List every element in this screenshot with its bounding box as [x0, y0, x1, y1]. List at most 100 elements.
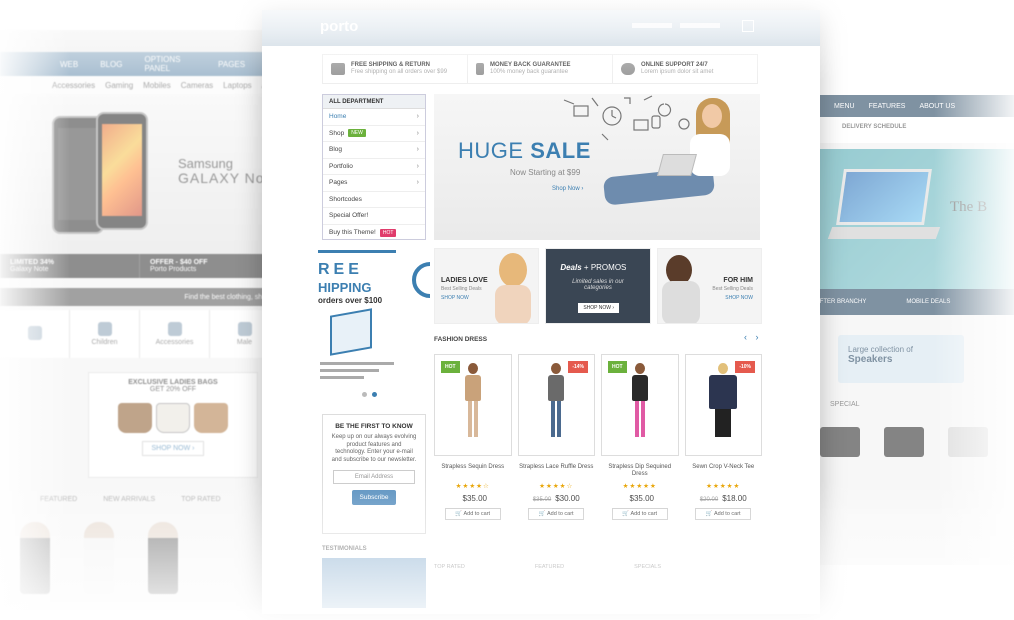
left-category[interactable]: Accessories	[52, 81, 95, 90]
add-to-cart-button[interactable]: 🛒 Add to cart	[611, 508, 668, 520]
discount-tag: -10%	[735, 361, 755, 373]
site-logo[interactable]: porto	[320, 18, 358, 35]
product-card[interactable]: -14% Strapless Lace Ruffle Dress ★★★★☆ $…	[517, 354, 596, 530]
promo-link[interactable]: SHOP NOW	[441, 295, 469, 301]
product-image[interactable]	[948, 427, 988, 457]
product-image[interactable]	[820, 427, 860, 457]
free-shipping-rule	[318, 250, 396, 253]
menu-item-blog[interactable]: Blog ›	[323, 142, 425, 159]
slider-dot-active[interactable]	[372, 392, 377, 397]
carousel-arrows[interactable]: ‹ ›	[744, 332, 762, 342]
cart-icon[interactable]	[742, 20, 754, 32]
product-name[interactable]: Sewn Crop V-Neck Tee	[685, 464, 763, 480]
product-image[interactable]: HOT	[434, 354, 512, 456]
product-name[interactable]: Strapless Dip Sequined Dress	[601, 464, 679, 480]
offer-sub: Galaxy Note	[10, 266, 49, 273]
promo-ladies[interactable]: LADIES LOVE Best Selling Deals SHOP NOW	[434, 248, 540, 324]
bottom-section: TESTIMONIALS TOP RATED FEATURED SPECIALS	[322, 546, 762, 614]
dress-model-image	[464, 363, 482, 437]
promo-shop-button[interactable]: SHOP NOW ›	[578, 303, 620, 313]
left-icon-cell[interactable]	[0, 310, 70, 358]
menu-item-portfolio[interactable]: Portfolio ›	[323, 159, 425, 175]
hero-banner[interactable]: HUGE SALE Now Starting at $99 Shop Now ›	[434, 94, 760, 240]
menu-item-shortcodes[interactable]: Shortcodes	[323, 192, 425, 208]
section-title: FASHION DRESS	[434, 336, 488, 343]
promo-sub: Limited sales in our categories	[572, 279, 624, 291]
left-tab[interactable]: FEATURED	[40, 496, 77, 503]
email-field[interactable]: Email Address	[333, 470, 415, 484]
right-nav-item[interactable]: FEATURES	[869, 103, 906, 110]
product-image[interactable]	[884, 427, 924, 457]
service-item: ONLINE SUPPORT 24/7 Lorem ipsum dolor sit…	[613, 55, 757, 83]
hero-title-light: HUGE	[458, 138, 524, 163]
product-image[interactable]	[84, 522, 114, 594]
rating-stars: ★★★★★	[706, 483, 741, 490]
strip-item[interactable]: MOBILE DEALS	[906, 299, 950, 305]
menu-header: ALL DEPARTMENT	[323, 95, 425, 109]
subscribe-button[interactable]: Subscribe	[351, 490, 397, 505]
product-card[interactable]: -10% Sewn Crop V-Neck Tee ★★★★★ $20.00 $1…	[684, 354, 763, 530]
bag-image	[156, 403, 190, 433]
product-image[interactable]	[20, 522, 50, 594]
left-category[interactable]: Laptops	[223, 81, 251, 90]
promo-row: LADIES LOVE Best Selling Deals SHOP NOW …	[434, 248, 762, 324]
left-category[interactable]: Mobiles	[143, 81, 171, 90]
product-name[interactable]: Strapless Sequin Dress	[434, 464, 512, 480]
add-to-cart-button[interactable]: 🛒 Add to cart	[528, 508, 585, 520]
product-card[interactable]: HOT Strapless Dip Sequined Dress ★★★★★ $…	[601, 354, 679, 530]
left-tab[interactable]: NEW ARRIVALS	[103, 496, 155, 503]
promo-sub: Best Selling Deals	[441, 286, 482, 292]
product-image[interactable]: HOT	[601, 354, 679, 456]
left-offer[interactable]: LIMITED 34% Galaxy Note	[0, 254, 140, 278]
product-price: $35.00	[434, 494, 512, 503]
menu-item-shop[interactable]: Shop NEW ›	[323, 126, 425, 142]
left-category[interactable]: Gaming	[105, 81, 133, 90]
add-to-cart-button[interactable]: 🛒 Add to cart	[444, 508, 501, 520]
product-image[interactable]: -14%	[517, 354, 595, 456]
promo-him[interactable]: FOR HIM Best Selling Deals SHOP NOW	[656, 248, 762, 324]
menu-item-pages[interactable]: Pages ›	[323, 175, 425, 192]
newsletter-box: BE THE FIRST TO KNOW Keep up on our alwa…	[322, 414, 426, 534]
left-offer[interactable]: OFFER - $40 OFF Porto Products	[140, 254, 280, 278]
menu-item-home[interactable]: Home ›	[323, 109, 425, 126]
add-to-cart-label: Add to cart	[713, 511, 741, 517]
dress-swatch	[464, 375, 481, 401]
bottom-col-heading: FEATURED	[534, 564, 565, 570]
service-sub: Free shipping on all orders over $99	[351, 69, 448, 75]
product-name[interactable]: Strapless Lace Ruffle Dress	[518, 464, 596, 480]
left-nav-item[interactable]: WEB	[60, 60, 78, 69]
slider-dot[interactable]	[362, 392, 367, 397]
menu-item-special-offer[interactable]: Special Offer!	[323, 208, 425, 225]
header-link[interactable]	[632, 23, 672, 28]
promo-deals[interactable]: Deals + PROMOS Limited sales in our cate…	[545, 248, 651, 324]
header-link[interactable]	[680, 23, 720, 28]
left-shop-now-button[interactable]: SHOP NOW ›	[142, 441, 204, 456]
right-nav-item[interactable]: ABOUT US	[919, 103, 955, 110]
free-shipping-banner[interactable]: REE HIPPING orders over $100	[318, 250, 430, 410]
left-nav-item[interactable]: PAGES	[218, 60, 245, 69]
left-nav-item[interactable]: BLOG	[100, 60, 122, 69]
add-to-cart-button[interactable]: 🛒 Add to cart	[695, 508, 752, 520]
left-category[interactable]: Cameras	[181, 81, 213, 90]
promo-link[interactable]: SHOP NOW	[725, 295, 753, 301]
left-nav-item[interactable]: OPTIONS PANEL	[144, 55, 196, 73]
hero-title: HUGE SALE	[458, 138, 591, 164]
strip-item[interactable]: IFTER BRANCHY	[818, 299, 866, 305]
old-price: $20.00	[699, 497, 719, 503]
laptop-image	[836, 169, 932, 225]
speakers-banner[interactable]: Large collection of Speakers	[838, 335, 964, 383]
main-page: porto FREE SHIPPING & RETURN Free shippin…	[262, 10, 820, 614]
right-nav-item[interactable]: MENU	[834, 103, 855, 110]
left-icon-cell[interactable]: Children	[70, 310, 140, 358]
product-image[interactable]	[148, 522, 178, 594]
menu-item-buy-theme[interactable]: Buy this Theme! HOT	[323, 225, 425, 242]
newsletter-title: BE THE FIRST TO KNOW	[335, 423, 413, 430]
product-image[interactable]: -10%	[684, 354, 762, 456]
left-tab[interactable]: TOP RATED	[181, 496, 220, 503]
product-card[interactable]: HOT Strapless Sequin Dress ★★★★☆ $35.00 …	[434, 354, 512, 530]
hero-shop-button[interactable]: Shop Now ›	[552, 186, 583, 192]
left-icon-cell[interactable]: Accessories	[140, 310, 210, 358]
add-to-cart-label: Add to cart	[630, 511, 658, 517]
service-sub: 100% money back guarantee	[490, 69, 569, 75]
dress-swatch	[548, 375, 565, 401]
